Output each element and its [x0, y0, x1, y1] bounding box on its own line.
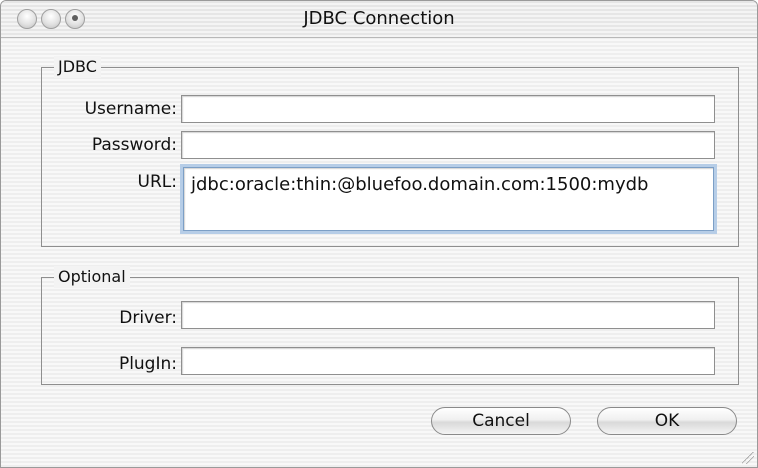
title-bar[interactable]: JDBC Connection: [1, 1, 757, 38]
driver-label: Driver:: [119, 308, 177, 328]
plugin-label: PlugIn:: [118, 354, 177, 374]
ok-button[interactable]: OK: [597, 407, 737, 435]
username-label: Username:: [84, 99, 177, 119]
optional-group-label: Optional: [54, 266, 130, 288]
password-label: Password:: [91, 135, 177, 155]
jdbc-group-label: JDBC: [54, 56, 101, 78]
jdbc-connection-window: JDBC Connection JDBC Username: Password:…: [0, 0, 758, 468]
username-field[interactable]: [181, 95, 715, 123]
driver-field[interactable]: [181, 301, 715, 329]
url-label: URL:: [137, 172, 177, 192]
plugin-field[interactable]: [181, 347, 715, 375]
resize-grip[interactable]: [742, 452, 754, 464]
password-field[interactable]: [181, 131, 715, 159]
url-value: jdbc:oracle:thin:@bluefoo.domain.com:150…: [191, 174, 649, 195]
window-title: JDBC Connection: [303, 8, 455, 29]
url-field[interactable]: jdbc:oracle:thin:@bluefoo.domain.com:150…: [183, 167, 714, 231]
cancel-button[interactable]: Cancel: [431, 407, 571, 435]
